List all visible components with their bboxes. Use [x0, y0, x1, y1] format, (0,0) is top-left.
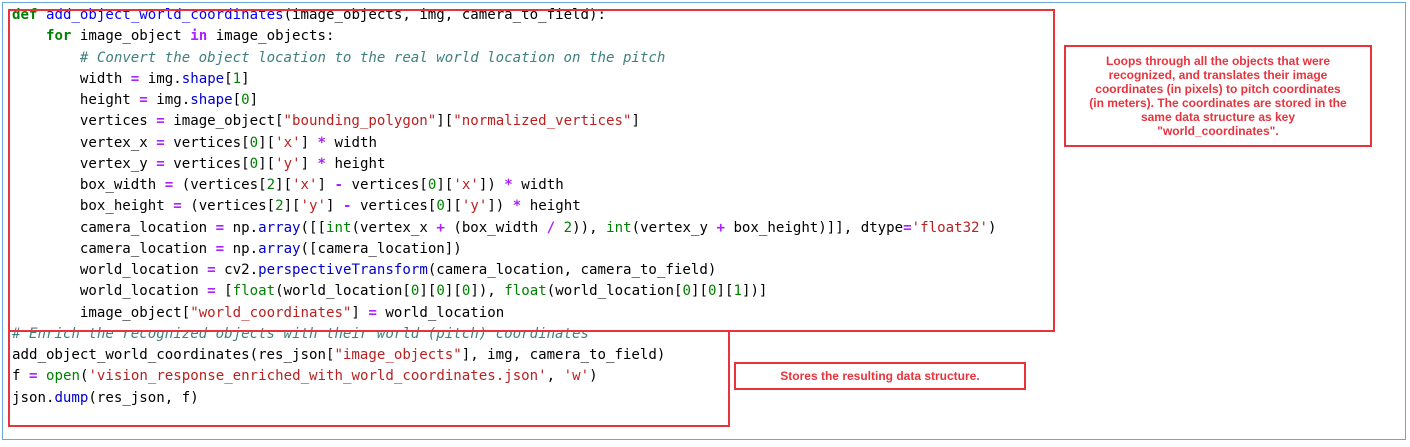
loop-annotation-line: "world_coordinates". — [1157, 124, 1279, 138]
store-annotation-text: Stores the resulting data structure. — [780, 369, 980, 383]
loop-annotation-line: coordinates (in pixels) to pitch coordin… — [1095, 82, 1341, 96]
loop-annotation: Loops through all the objects that were r… — [1064, 45, 1372, 147]
function-highlight-box — [8, 9, 1055, 332]
loop-annotation-line: recognized, and translates their image — [1108, 68, 1328, 82]
loop-annotation-text: Loops through all the objects that were r… — [1089, 54, 1346, 138]
store-annotation: Stores the resulting data structure. — [734, 362, 1026, 390]
loop-annotation-line: same data structure as key — [1140, 110, 1296, 124]
loop-annotation-line: Loops through all the objects that were — [1105, 54, 1330, 68]
loop-annotation-line: (in meters). The coordinates are stored … — [1089, 96, 1347, 110]
call-highlight-box — [8, 330, 730, 427]
